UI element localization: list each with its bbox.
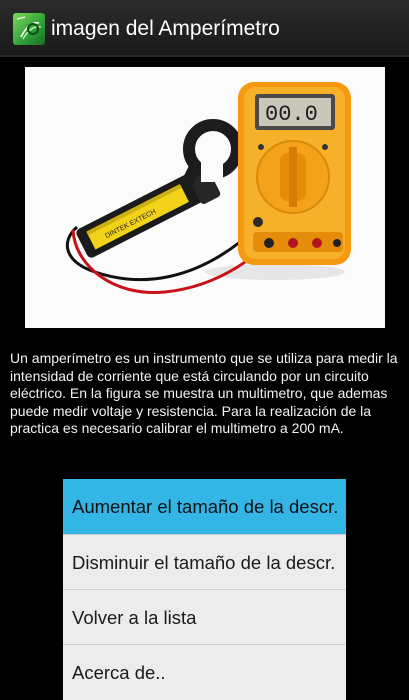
action-bar: imagen del Amperímetro	[0, 0, 409, 57]
menu-item-decrease-description-size[interactable]: Disminuir el tamaño de la descr.	[63, 535, 346, 590]
meter-display: 00.0	[265, 102, 318, 127]
menu-item-back-to-list[interactable]: Volver a la lista	[63, 590, 346, 645]
ammeter-icon	[16, 16, 42, 40]
menu-item-about[interactable]: Acerca de..	[63, 645, 346, 700]
app-icon[interactable]	[13, 13, 45, 45]
ammeter-photo: DINTEK EXTECH 00.0	[25, 67, 385, 328]
page-title: imagen del Amperímetro	[51, 17, 280, 40]
options-menu: Aumentar el tamaño de la descr. Disminui…	[63, 479, 346, 700]
description-text: Un amperímetro es un instrumento que se …	[10, 350, 398, 437]
menu-item-increase-description-size[interactable]: Aumentar el tamaño de la descr.	[63, 479, 346, 534]
